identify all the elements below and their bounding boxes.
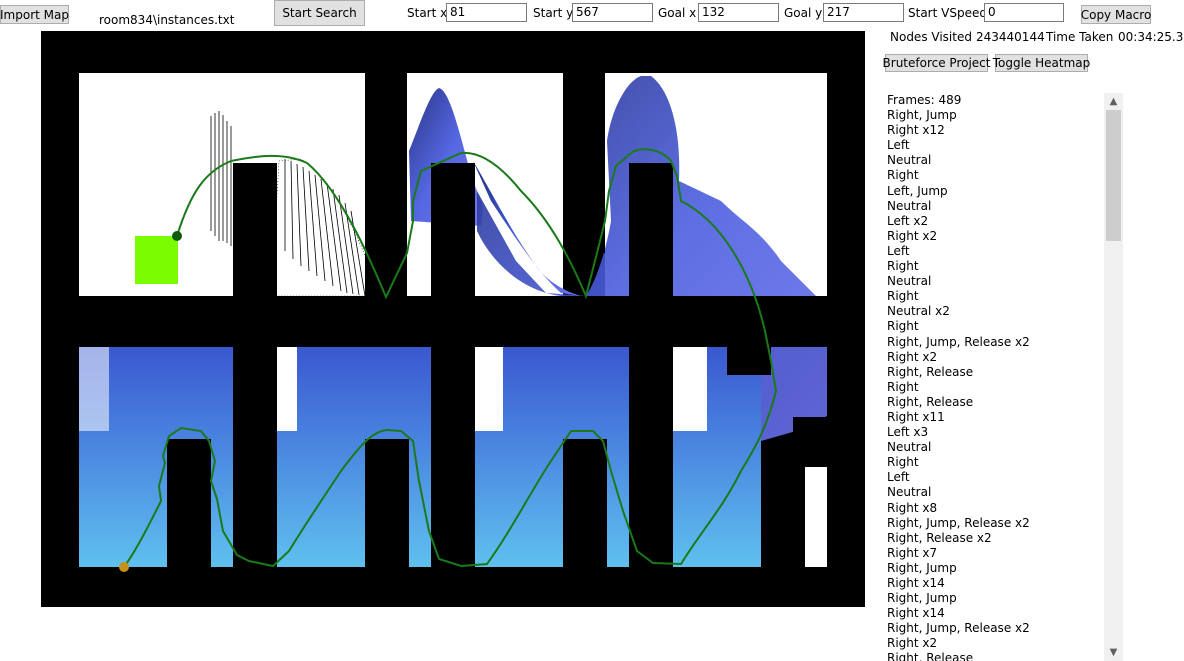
macro-line[interactable]: Left [884,138,1104,153]
goal-y-field[interactable]: 217 [823,3,904,22]
macro-line[interactable]: Frames: 489 [884,93,1104,108]
pillar-low-1 [167,439,211,567]
macro-line[interactable]: Right x12 [884,123,1104,138]
macro-line[interactable]: Right x8 [884,501,1104,516]
nodes-visited-label: Nodes Visited [890,30,972,44]
pillar-4 [563,73,605,253]
heat-lower-1-light [79,347,109,431]
start-marker [119,562,129,572]
macro-line[interactable]: Right x2 [884,229,1104,244]
heat-lower-2-white [277,347,297,431]
macro-line[interactable]: Neutral x2 [884,304,1104,319]
bruteforce-project-button[interactable]: Bruteforce Project [883,54,990,72]
macro-list[interactable]: Frames: 489 Right, Jump Right x12 Left Neutr… [884,93,1104,661]
import-map-button[interactable]: Import Map [0,5,69,24]
macro-line[interactable]: Left x2 [884,214,1104,229]
heat-lower-4-white [673,347,707,431]
macro-line[interactable]: Right x14 [884,576,1104,591]
macro-line[interactable]: Left x3 [884,425,1104,440]
block-right [793,417,827,467]
goal-x-field[interactable]: 132 [698,3,779,22]
start-x-field[interactable]: 81 [446,3,527,22]
macro-line[interactable]: Left [884,470,1104,485]
macro-line[interactable]: Right x14 [884,606,1104,621]
macro-line[interactable]: Right, Jump, Release x2 [884,335,1104,350]
macro-line[interactable]: Right, Release [884,395,1104,410]
macro-line[interactable]: Right [884,455,1104,470]
macro-line[interactable]: Right, Jump [884,108,1104,123]
heat-lower-3-white [475,347,503,431]
macro-line[interactable]: Neutral [884,199,1104,214]
block-step [727,331,771,375]
pillar-1 [233,163,277,567]
start-x-label: Start x [407,6,448,20]
start-y-label: Start y [533,6,574,20]
file-path: room834\instances.txt [99,13,235,27]
scroll-thumb[interactable] [1106,110,1121,241]
goal-marker [135,236,178,284]
macro-line[interactable]: Right, Jump [884,561,1104,576]
goal-y-label: Goal y [784,6,823,20]
macro-line[interactable]: Right, Jump, Release x2 [884,516,1104,531]
start-search-button[interactable]: Start Search [274,0,365,26]
toggle-heatmap-button[interactable]: Toggle Heatmap [993,54,1090,72]
chevron-up-icon[interactable]: ▲ [1104,93,1123,110]
nodes-visited-value: 243440144 [976,30,1045,44]
macro-line[interactable]: Right [884,319,1104,334]
macro-line[interactable]: Right, Release [884,365,1104,380]
pillar-low-2 [365,439,409,567]
macro-line[interactable]: Left [884,244,1104,259]
pillar-2 [365,73,407,253]
start-vspeed-field[interactable]: 0 [984,3,1064,22]
macro-line[interactable]: Right x2 [884,350,1104,365]
start-vspeed-label: Start VSpeed [908,6,987,20]
chevron-down-icon[interactable]: ▼ [1104,644,1123,661]
macro-line[interactable]: Right, Jump [884,591,1104,606]
macro-line[interactable]: Right [884,289,1104,304]
macro-line[interactable]: Right [884,259,1104,274]
room-upper-1 [79,73,365,296]
macro-line[interactable]: Right, Release [884,651,1104,661]
map-canvas[interactable] [41,31,865,607]
macro-line[interactable]: Neutral [884,274,1104,289]
macro-line[interactable]: Right x2 [884,636,1104,651]
copy-macro-button[interactable]: Copy Macro [1081,5,1151,24]
macro-line[interactable]: Neutral [884,440,1104,455]
macro-line[interactable]: Right x7 [884,546,1104,561]
macro-line[interactable]: Right [884,380,1104,395]
start-y-field[interactable]: 567 [572,3,653,22]
pillar-3 [431,163,475,567]
map-svg [41,73,865,572]
room-lower-5 [805,467,827,567]
macro-line[interactable]: Right, Release x2 [884,531,1104,546]
time-taken-value: 00:34:25.39 [1118,30,1184,44]
pillar-low-3 [563,439,607,567]
goal-x-label: Goal x [658,6,697,20]
path-end-node [172,231,182,241]
pillar-5 [629,163,673,567]
macro-line[interactable]: Right x11 [884,410,1104,425]
macro-line[interactable]: Left, Jump [884,184,1104,199]
macro-line[interactable]: Neutral [884,153,1104,168]
macro-line[interactable]: Neutral [884,485,1104,500]
macro-scrollbar[interactable]: ▲ ▼ [1104,93,1123,661]
macro-line[interactable]: Right, Jump, Release x2 [884,621,1104,636]
time-taken-label: Time Taken [1046,30,1114,44]
macro-line[interactable]: Right [884,168,1104,183]
